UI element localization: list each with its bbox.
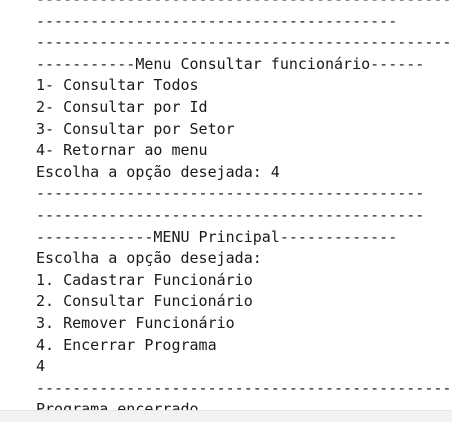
user-input-line: 4 bbox=[36, 357, 46, 376]
separator-line: ----------------------------------------… bbox=[36, 184, 425, 203]
menu-option: 2. Consultar Funcionário bbox=[36, 292, 253, 311]
separator-line: ----------------------------------------… bbox=[36, 205, 425, 224]
separator-line: ----------------------------------------… bbox=[36, 378, 452, 397]
menu-option: 4- Retornar ao menu bbox=[36, 141, 208, 160]
menu-consultar-header: -----------Menu Consultar funcionário---… bbox=[36, 54, 425, 73]
option-prompt: Escolha a opção desejada: 4 bbox=[36, 162, 280, 181]
menu-option: 3- Consultar por Setor bbox=[36, 119, 235, 138]
menu-option: 2- Consultar por Id bbox=[36, 97, 208, 116]
separator-line: ----------------------------------------… bbox=[36, 33, 452, 52]
separator-line: ---------------------------------------- bbox=[36, 11, 398, 30]
menu-principal-header: -------------MENU Principal------------- bbox=[36, 227, 398, 246]
console-text: ----------------------------------------… bbox=[36, 0, 452, 410]
top-separator-line: ----------------------------------------… bbox=[36, 0, 452, 11]
menu-option: 3. Remover Funcionário bbox=[36, 313, 235, 332]
menu-option: 1- Consultar Todos bbox=[36, 76, 199, 95]
menu-option: 1. Cadastrar Funcionário bbox=[36, 270, 253, 289]
console-output-panel: ----------------------------------------… bbox=[0, 0, 452, 410]
panel-bottom-edge bbox=[0, 410, 452, 422]
program-ended-message: Programa encerrado. bbox=[36, 400, 208, 410]
menu-option: 4. Encerrar Programa bbox=[36, 335, 217, 354]
option-prompt: Escolha a opção desejada: bbox=[36, 249, 262, 268]
